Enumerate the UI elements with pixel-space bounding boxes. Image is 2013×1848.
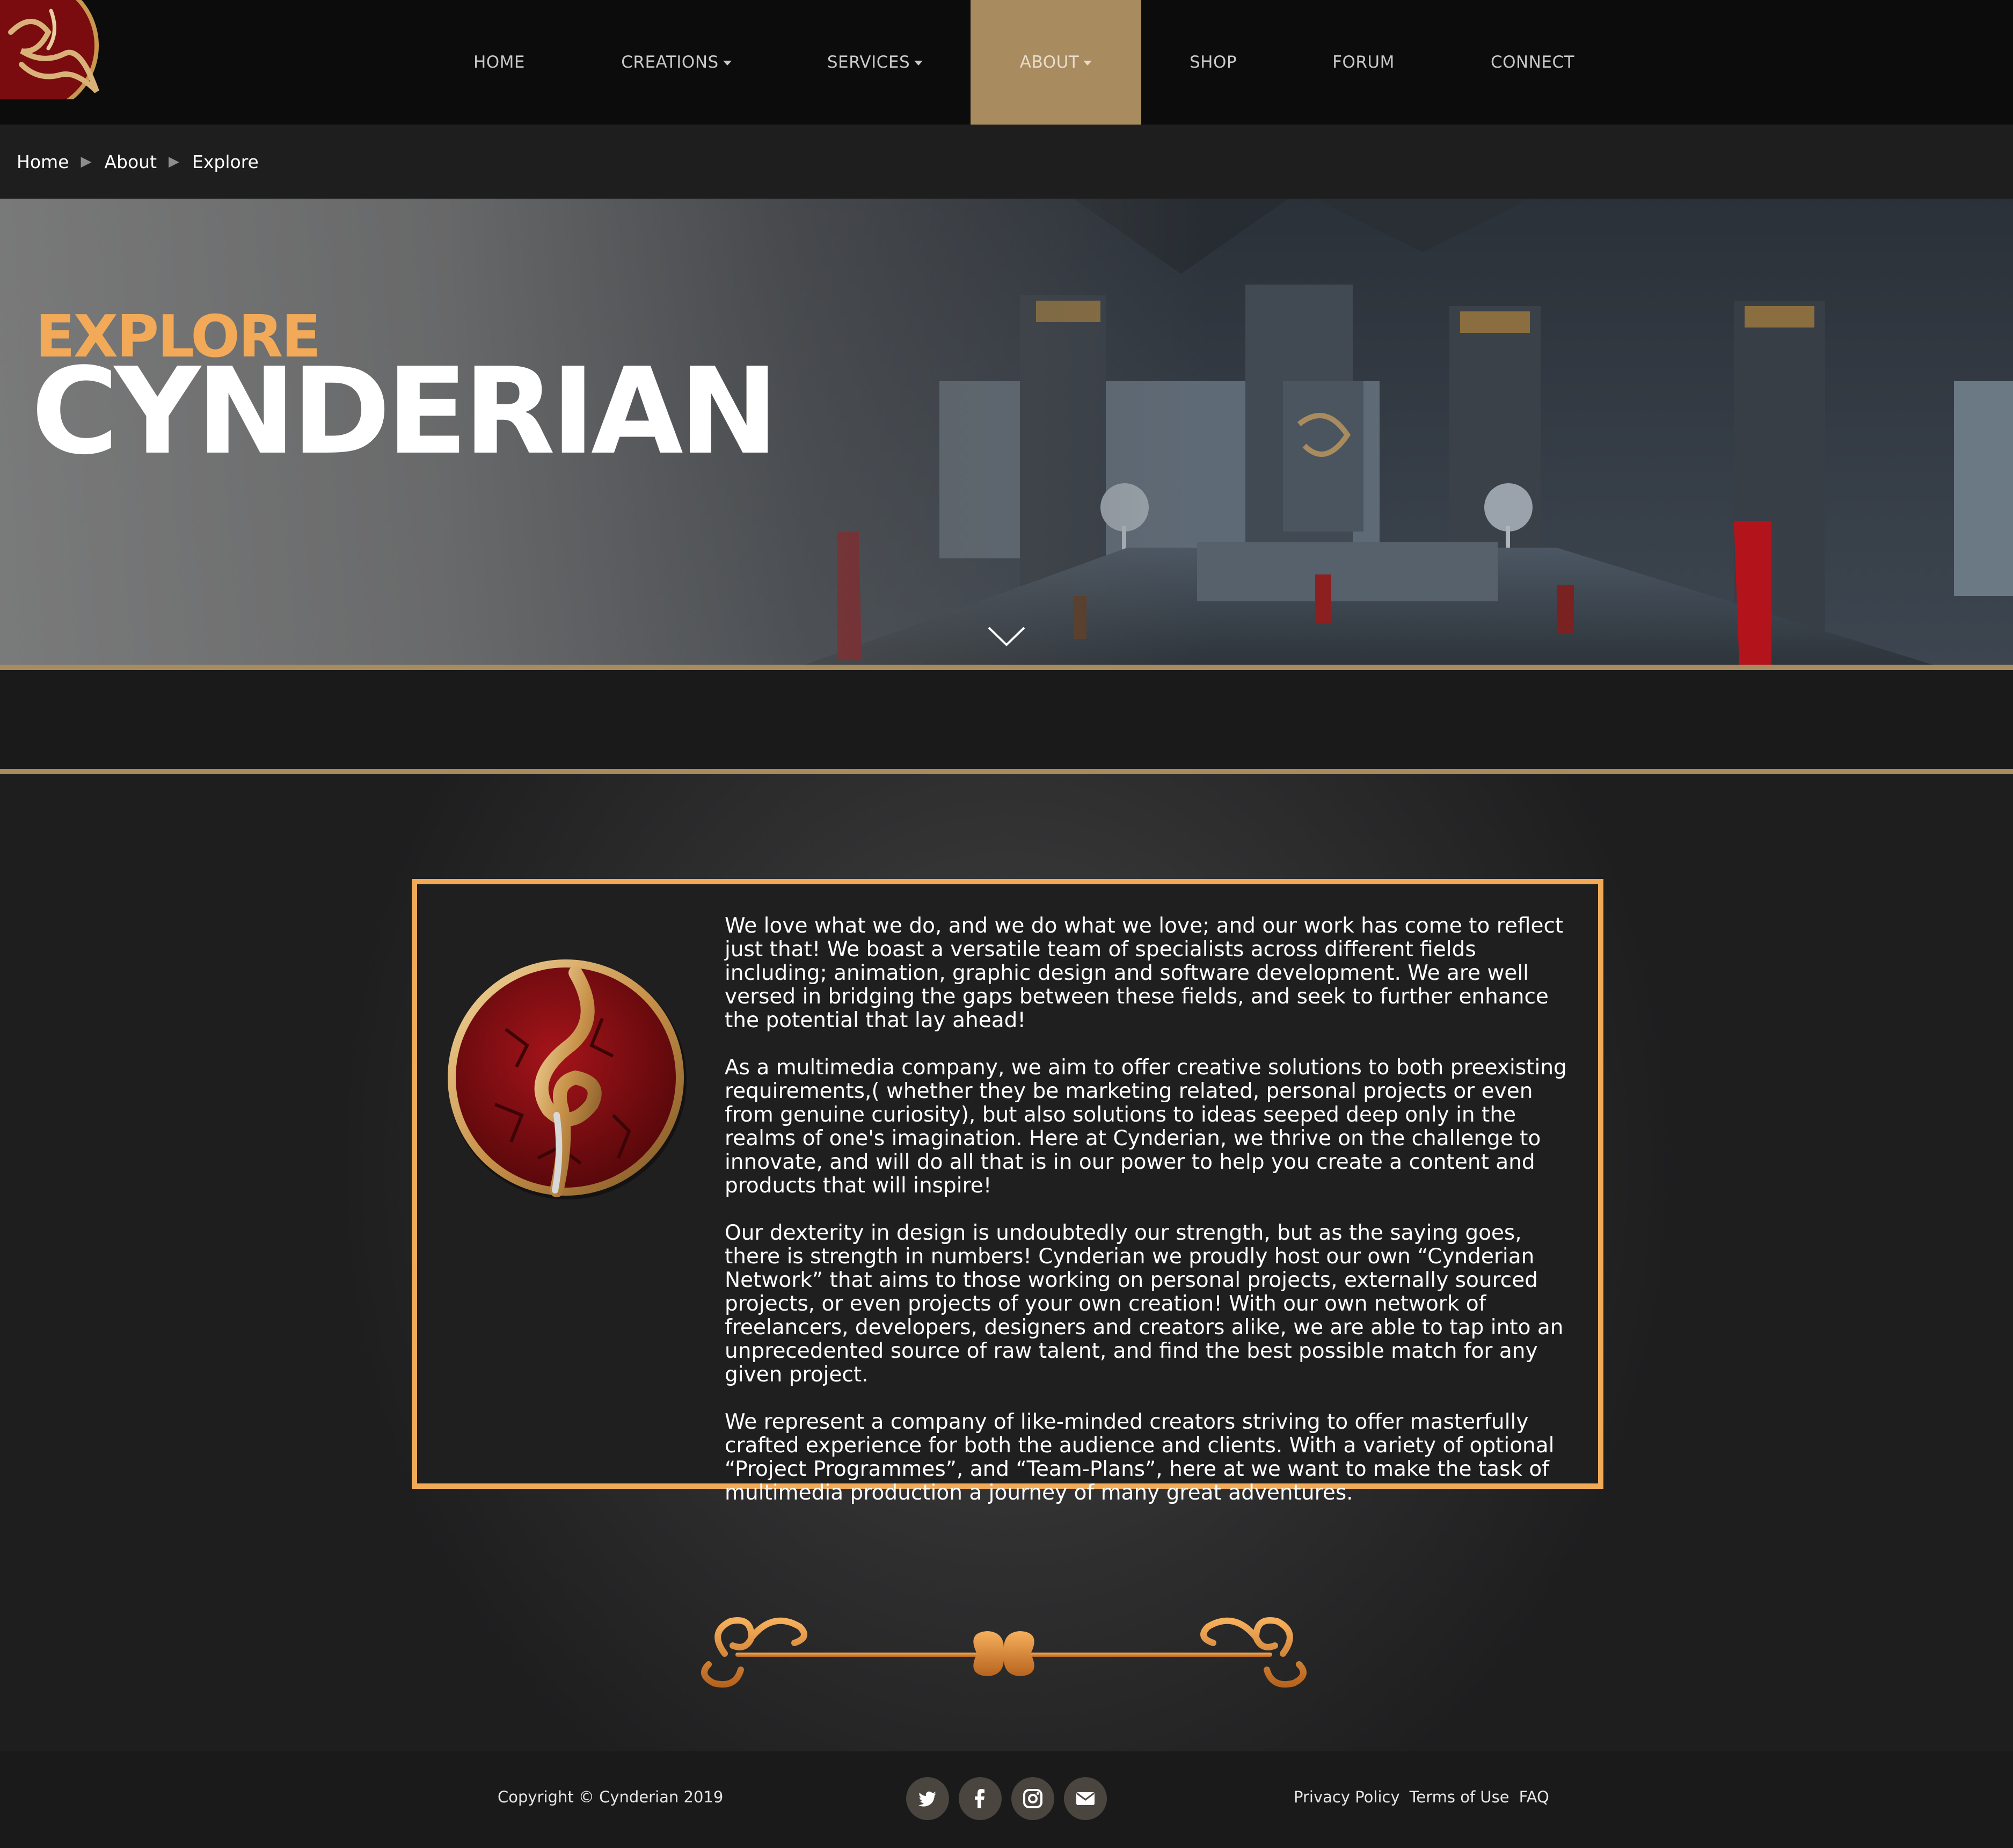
spacer-band bbox=[0, 670, 2013, 769]
twitter-icon bbox=[918, 1791, 936, 1807]
hero-title: CYNDERIAN bbox=[31, 343, 779, 481]
breadcrumb-separator-icon: ▶ bbox=[81, 154, 92, 170]
breadcrumb-separator-icon: ▶ bbox=[169, 154, 180, 170]
about-paragraph: We love what we do, and we do what we lo… bbox=[725, 914, 1564, 1032]
nav-services[interactable]: SERVICES bbox=[811, 0, 939, 125]
nav-creations[interactable]: CREATIONS bbox=[607, 0, 746, 125]
breadcrumb: Home ▶ About ▶ Explore bbox=[0, 125, 2013, 199]
instagram-icon bbox=[1023, 1789, 1042, 1808]
facebook-button[interactable] bbox=[959, 1777, 1002, 1820]
about-paragraph: As a multimedia company, we aim to offer… bbox=[725, 1056, 1567, 1198]
chevron-down-icon bbox=[914, 61, 923, 66]
footer-links: Privacy Policy Terms of Use FAQ bbox=[1294, 1788, 1549, 1806]
email-icon bbox=[1076, 1792, 1095, 1805]
faq-link[interactable]: FAQ bbox=[1519, 1788, 1549, 1806]
breadcrumb-home[interactable]: Home bbox=[17, 151, 69, 172]
hero-banner: EXPLORE CYNDERIAN bbox=[0, 199, 2013, 665]
cynderian-logo[interactable] bbox=[0, 0, 107, 115]
about-paragraph: Our dexterity in design is undoubtedly o… bbox=[725, 1221, 1564, 1387]
nav-about[interactable]: ABOUT bbox=[971, 0, 1141, 125]
chevron-down-icon bbox=[723, 61, 732, 66]
footer: Copyright © Cynderian 2019 Privacy Polic… bbox=[0, 1751, 2013, 1848]
email-button[interactable] bbox=[1064, 1777, 1107, 1820]
scroll-down-chevron-icon[interactable] bbox=[988, 625, 1025, 647]
about-text: We love what we do, and we do what we lo… bbox=[725, 914, 1578, 1529]
cynderian-emblem-icon bbox=[448, 959, 687, 1199]
chevron-down-icon bbox=[1083, 61, 1092, 66]
twitter-button[interactable] bbox=[906, 1777, 949, 1820]
section-divider bbox=[0, 769, 2013, 774]
facebook-icon bbox=[975, 1789, 984, 1808]
nav-forum[interactable]: FORUM bbox=[1323, 0, 1404, 125]
top-navbar: HOME CREATIONS SERVICES ABOUT SHOP FORUM… bbox=[0, 0, 2013, 125]
nav-connect[interactable]: CONNECT bbox=[1479, 0, 1586, 125]
privacy-policy-link[interactable]: Privacy Policy bbox=[1294, 1788, 1400, 1806]
instagram-button[interactable] bbox=[1011, 1777, 1054, 1820]
hero-bottom-divider bbox=[0, 665, 2013, 670]
nav-shop[interactable]: SHOP bbox=[1176, 0, 1251, 125]
breadcrumb-current: Explore bbox=[192, 151, 259, 172]
terms-of-use-link[interactable]: Terms of Use bbox=[1410, 1788, 1509, 1806]
nav-home[interactable]: HOME bbox=[462, 0, 537, 125]
ornamental-divider-icon bbox=[701, 1617, 1307, 1688]
copyright-text: Copyright © Cynderian 2019 bbox=[498, 1788, 724, 1806]
about-paragraph: We represent a company of like-minded cr… bbox=[725, 1410, 1555, 1505]
about-panel: We love what we do, and we do what we lo… bbox=[412, 879, 1603, 1505]
breadcrumb-about[interactable]: About bbox=[104, 151, 157, 172]
